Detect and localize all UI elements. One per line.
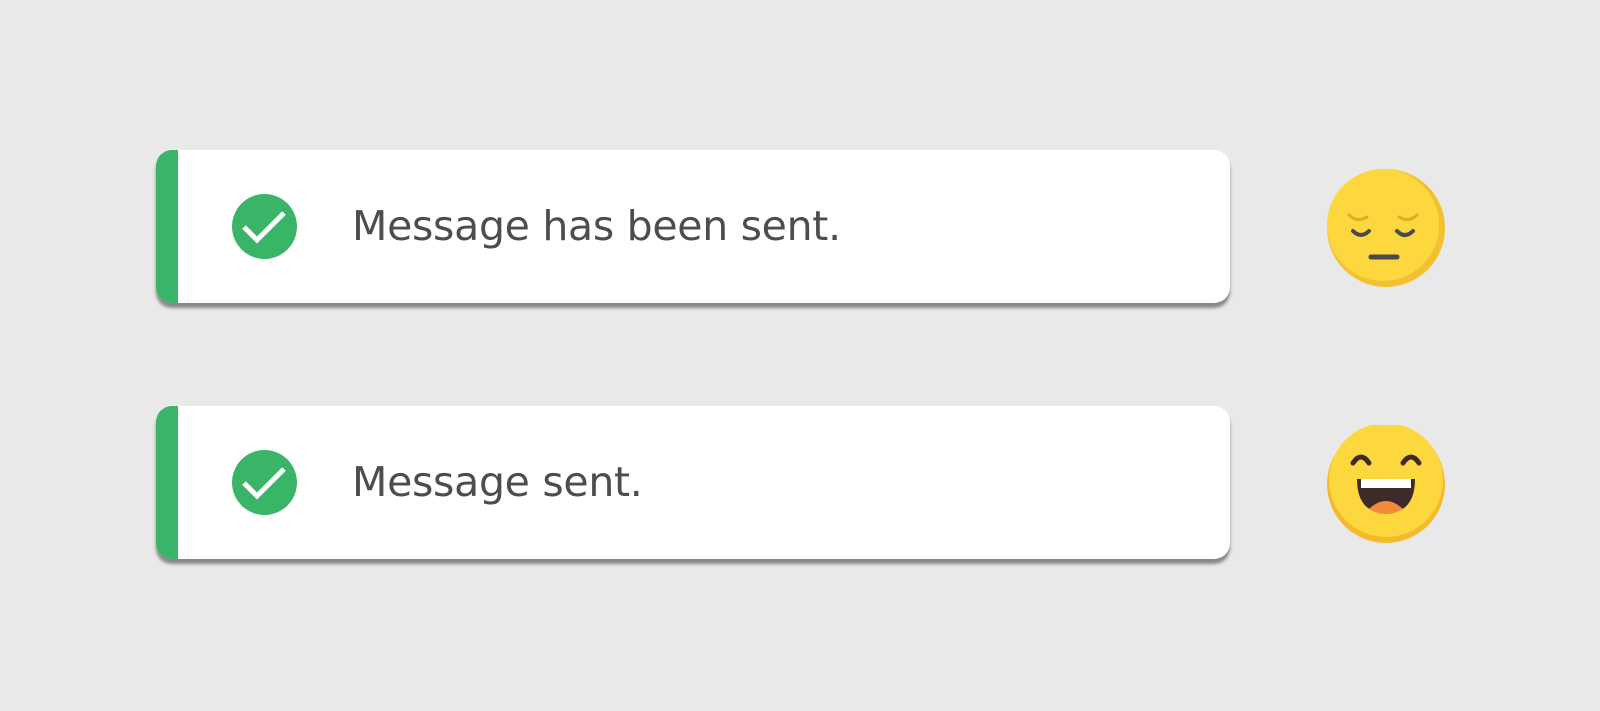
notification-message: Message has been sent. [352,202,841,250]
check-circle-icon [232,450,297,515]
success-accent-bar [156,150,178,303]
check-circle-icon [232,194,297,259]
notification-message: Message sent. [352,458,643,506]
pensive-face-icon [1327,169,1445,287]
success-accent-bar [156,406,178,559]
notification-toast-verbose: Message has been sent. [156,150,1230,303]
grinning-face-icon [1327,425,1445,543]
notification-toast-concise: Message sent. [156,406,1230,559]
